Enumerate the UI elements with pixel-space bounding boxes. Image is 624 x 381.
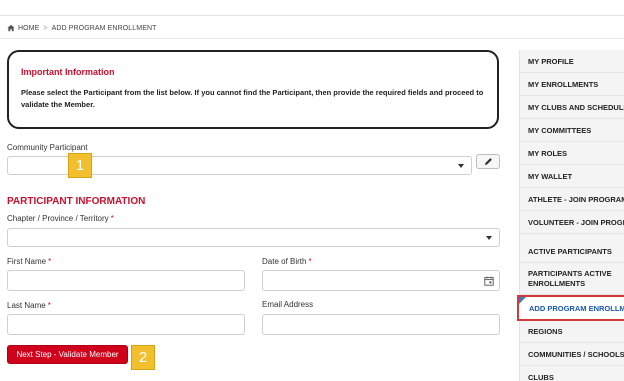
top-bar: ˇ — [0, 0, 624, 16]
last-name-label: Last Name * — [7, 301, 51, 310]
last-name-label-text: Last Name — [7, 301, 46, 310]
home-icon[interactable] — [7, 24, 15, 32]
sidebar-item-regions[interactable]: REGIONS — [520, 320, 624, 343]
sidebar-item-participants-active-enrollments[interactable]: PARTICIPANTS ACTIVE ENROLLMENTS — [520, 263, 624, 295]
breadcrumb-current: ADD PROGRAM ENROLLMENT — [51, 24, 157, 32]
callout-badge-2: 2 — [131, 345, 155, 370]
sidebar-item-clubs[interactable]: CLUBS — [520, 366, 624, 381]
required-marker: * — [110, 214, 114, 223]
required-marker: * — [48, 257, 52, 266]
sidebar-item-my-committees[interactable]: MY COMMITTEES — [520, 119, 624, 142]
breadcrumb-separator: > — [43, 24, 48, 32]
chapter-label-text: Chapter / Province / Territory — [7, 214, 109, 223]
calendar-icon[interactable] — [484, 276, 494, 286]
info-body: Please select the Participant from the l… — [21, 88, 484, 109]
participant-information-heading: PARTICIPANT INFORMATION — [7, 196, 146, 207]
community-participant-label: Community Participant — [7, 143, 88, 152]
date-of-birth-label-text: Date of Birth — [262, 257, 307, 266]
sidebar-nav: MY PROFILE MY ENROLLMENTS MY CLUBS AND S… — [517, 50, 624, 381]
edit-participant-button[interactable] — [476, 154, 500, 169]
first-name-label-text: First Name — [7, 257, 47, 266]
last-name-input[interactable] — [7, 314, 245, 335]
required-marker: * — [308, 257, 312, 266]
breadcrumb: HOME > ADD PROGRAM ENROLLMENT — [7, 22, 157, 34]
date-of-birth-label: Date of Birth * — [262, 257, 312, 266]
breadcrumb-home[interactable]: HOME — [18, 25, 39, 32]
sidebar-item-my-wallet[interactable]: MY WALLET — [520, 165, 624, 188]
chapter-label: Chapter / Province / Territory * — [7, 214, 114, 223]
important-information-box: Important Information Please select the … — [7, 50, 499, 129]
sidebar-item-label: ADD PROGRAM ENROLLMENT — [529, 303, 624, 313]
chevron-down-icon — [486, 236, 492, 240]
sidebar-item-active-participants[interactable]: ACTIVE PARTICIPANTS — [520, 240, 624, 263]
active-indicator — [519, 297, 526, 304]
sidebar-item-volunteer-join-program[interactable]: VOLUNTEER - JOIN PROGRAM — [520, 211, 624, 234]
sidebar-item-my-enrollments[interactable]: MY ENROLLMENTS — [520, 73, 624, 96]
sidebar-item-add-program-enrollment[interactable]: ADD PROGRAM ENROLLMENT — [517, 295, 624, 321]
info-title: Important Information — [21, 67, 115, 77]
next-step-validate-member-button[interactable]: Next Step - Validate Member — [7, 345, 128, 364]
sidebar-item-communities-schools[interactable]: COMMUNITIES / SCHOOLS — [520, 343, 624, 366]
brand-logo-fragment: ˇ — [19, 0, 22, 7]
sidebar-item-athlete-join-program[interactable]: ATHLETE - JOIN PROGRAM — [520, 188, 624, 211]
email-address-input[interactable] — [262, 314, 500, 335]
chapter-province-territory-select[interactable] — [7, 228, 500, 247]
breadcrumb-divider — [0, 38, 624, 39]
sidebar-item-my-roles[interactable]: MY ROLES — [520, 142, 624, 165]
chevron-down-icon — [458, 164, 464, 168]
email-address-label: Email Address — [262, 300, 314, 309]
first-name-label: First Name * — [7, 257, 51, 266]
date-of-birth-input[interactable] — [262, 270, 500, 291]
first-name-input[interactable] — [7, 270, 245, 291]
sidebar-item-my-profile[interactable]: MY PROFILE — [520, 50, 624, 73]
pencil-icon — [484, 158, 492, 166]
required-marker: * — [47, 301, 51, 310]
sidebar-item-my-clubs-and-schedule[interactable]: MY CLUBS AND SCHEDULE — [520, 96, 624, 119]
callout-badge-1: 1 — [68, 153, 92, 178]
